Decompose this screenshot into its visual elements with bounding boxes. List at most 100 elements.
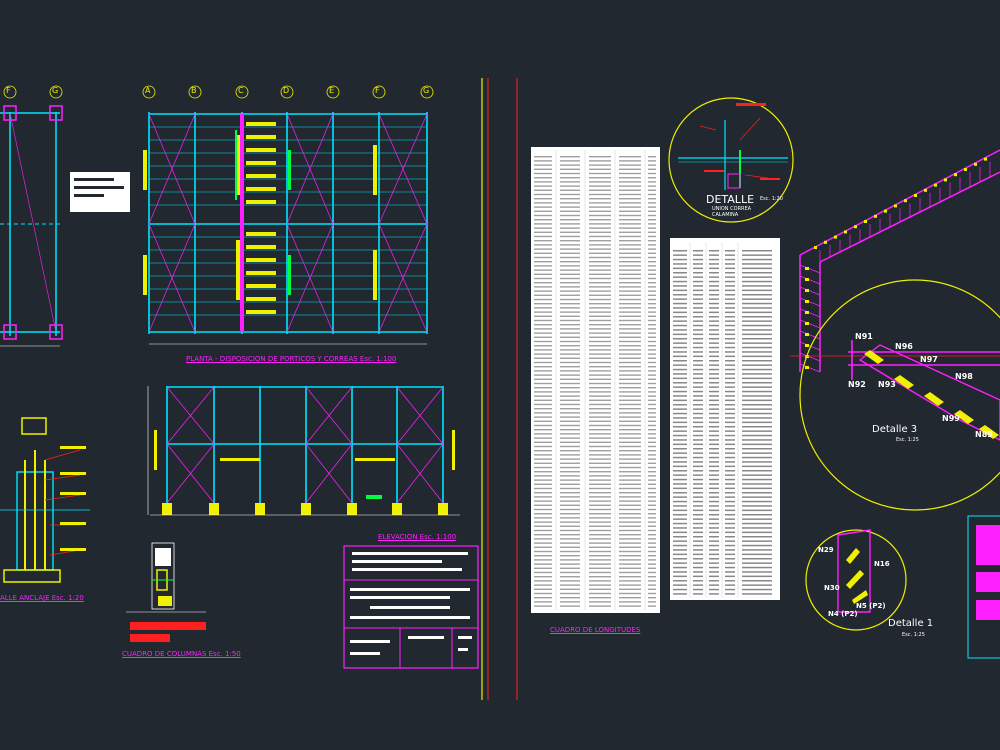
table-cell	[725, 386, 735, 388]
table-cell	[560, 601, 580, 603]
table-cell	[648, 458, 656, 460]
table-cell	[589, 282, 611, 284]
table-cell	[693, 465, 703, 468]
truss-marker	[884, 209, 887, 213]
table-cell	[725, 263, 735, 265]
table-cell	[693, 382, 703, 384]
table-cell	[725, 382, 735, 384]
table-cell	[693, 553, 703, 556]
table-cell	[725, 549, 735, 551]
table-cell	[560, 571, 580, 574]
table-cell	[619, 185, 641, 187]
table-cell	[742, 474, 772, 476]
table-cell	[589, 399, 611, 401]
table-cell	[589, 366, 611, 368]
table-cell	[742, 452, 772, 454]
table-cell	[648, 223, 656, 225]
table-cell	[725, 338, 735, 340]
table-cell	[619, 424, 641, 427]
table-cell	[560, 546, 580, 548]
table-cell	[648, 319, 656, 322]
table-cell	[589, 584, 611, 586]
table-cell	[673, 377, 687, 380]
table-cell	[725, 408, 735, 410]
table-cell	[742, 571, 772, 573]
table-cell	[534, 588, 552, 590]
table-cell	[589, 177, 611, 179]
table-cell	[619, 282, 641, 284]
table-cell	[589, 454, 611, 456]
table-cell	[619, 571, 641, 574]
table-cell	[534, 550, 552, 553]
lengths-table-main	[531, 147, 660, 613]
table-cell	[742, 465, 772, 468]
table-cell	[648, 328, 656, 330]
table-cell	[742, 263, 772, 265]
table-cell	[709, 258, 719, 261]
table-cell	[709, 368, 719, 371]
table-cell	[742, 364, 772, 366]
table-cell	[648, 441, 656, 443]
table-cell	[673, 540, 687, 542]
table-cell	[648, 198, 656, 200]
table-cell	[619, 387, 641, 389]
table-cell	[619, 538, 641, 540]
grid-bubble-B: B	[191, 86, 197, 95]
table-cell	[534, 517, 552, 519]
table-cell	[534, 521, 552, 523]
table-cell	[560, 424, 580, 427]
table-cell	[560, 450, 580, 452]
table-cell	[619, 319, 641, 322]
table-cell	[742, 346, 772, 349]
table-cell	[725, 518, 735, 520]
table-cell	[673, 320, 687, 322]
table-cell	[648, 340, 656, 343]
table-cell	[619, 521, 641, 523]
table-cell	[648, 189, 656, 191]
table-cell	[693, 342, 703, 344]
table-cell	[742, 549, 772, 551]
table-cell	[560, 353, 580, 355]
table-cell	[693, 584, 703, 586]
table-cell	[673, 386, 687, 388]
table-cell	[742, 487, 772, 490]
table-cell	[693, 571, 703, 573]
table-cell	[619, 395, 641, 397]
table-cell	[709, 280, 719, 283]
node-label: N91	[855, 332, 873, 341]
table-cell	[709, 267, 719, 270]
table-cell	[560, 315, 580, 317]
table-cell	[725, 540, 735, 542]
table-cell	[725, 329, 735, 331]
table-cell	[742, 430, 772, 432]
elevation-title: ELEVACION Esc. 1:100	[378, 533, 457, 541]
table-cell	[742, 311, 772, 314]
table-cell	[534, 395, 552, 397]
table-cell	[619, 361, 641, 364]
table-cell	[693, 522, 703, 525]
table-cell	[619, 160, 641, 162]
table-cell	[560, 240, 580, 242]
table-cell	[742, 302, 772, 305]
table-cell	[619, 332, 641, 334]
column-marker	[805, 366, 809, 369]
table-cell	[725, 342, 735, 344]
table-cell	[534, 185, 552, 187]
table-cell	[589, 202, 611, 204]
table-cell	[619, 324, 641, 326]
table-cell	[534, 592, 552, 595]
columns-title: CUADRO DE COLUMNAS Esc. 1:50	[122, 650, 241, 658]
table-cell	[742, 500, 772, 503]
table-cell	[534, 206, 552, 208]
table-cell	[648, 307, 656, 309]
table-cell	[534, 210, 552, 212]
table-cell	[648, 466, 656, 469]
table-cell	[534, 534, 552, 536]
table-cell	[709, 417, 719, 419]
table-cell	[560, 496, 580, 498]
table-cell	[648, 361, 656, 364]
table-cell	[693, 386, 703, 388]
table-cell	[693, 566, 703, 569]
table-cell	[648, 429, 656, 431]
table-cell	[534, 559, 552, 561]
